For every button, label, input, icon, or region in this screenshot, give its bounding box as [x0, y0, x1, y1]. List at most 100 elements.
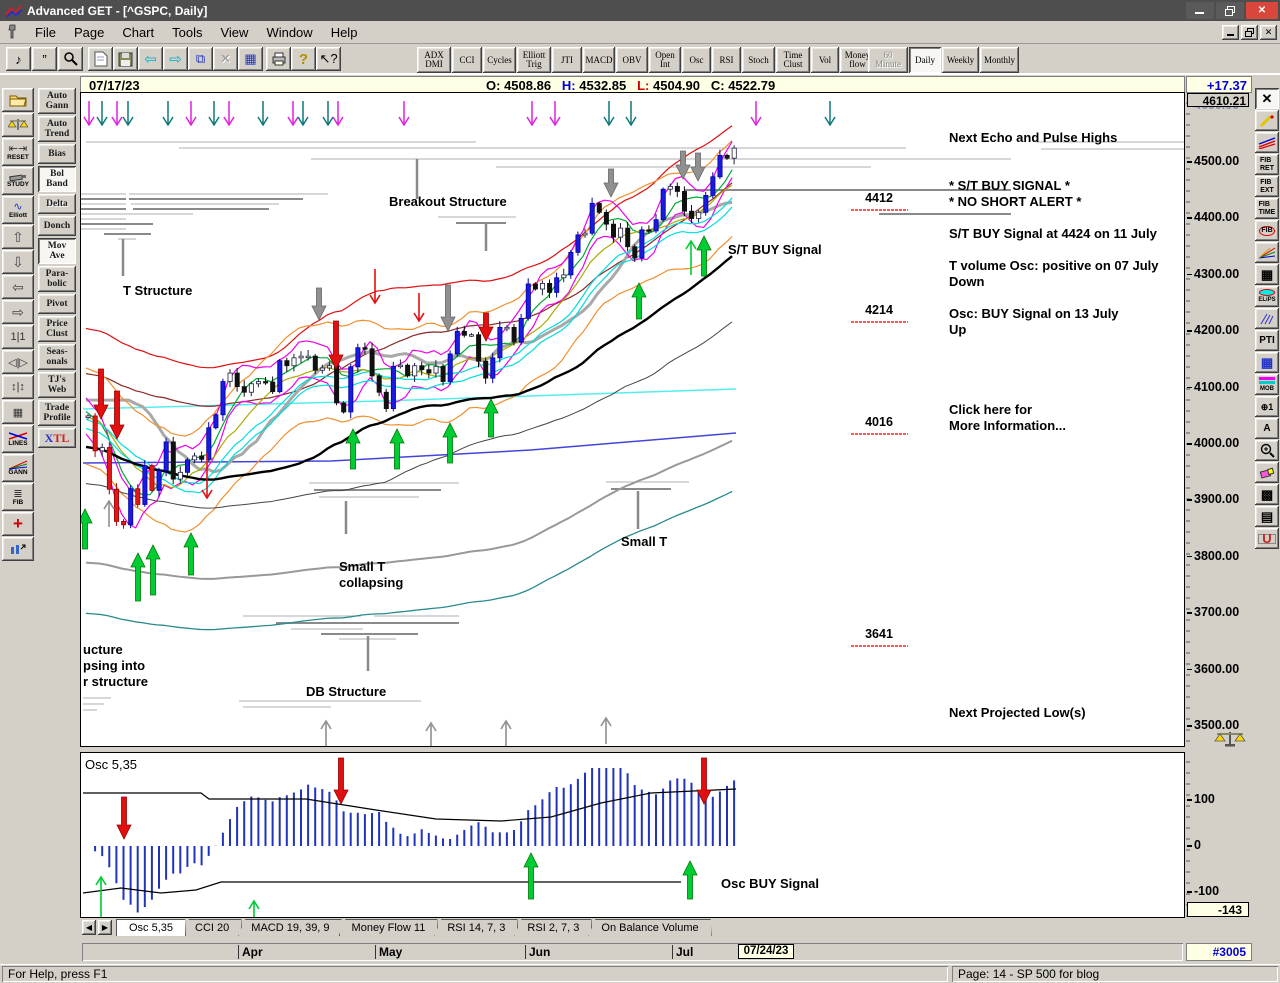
indicator-obv-button[interactable]: OBV: [616, 47, 648, 73]
fib-time-button[interactable]: FIB TIME: [1255, 198, 1279, 219]
crosshair-button[interactable]: +: [2, 512, 34, 536]
oscillator-pane[interactable]: Osc 5,35 Osc BUY Signal: [80, 752, 1185, 919]
page-flip-button[interactable]: ⧉: [188, 47, 213, 71]
back-button[interactable]: ⇦: [138, 47, 163, 71]
trend-lines-button[interactable]: [1255, 132, 1279, 153]
timeframe-monthly-button[interactable]: Monthly: [980, 47, 1019, 73]
study-auto-trend-button[interactable]: Auto Trend: [38, 116, 76, 142]
indicator-osc-button[interactable]: Osc: [682, 47, 711, 73]
scroll-up-button[interactable]: ⇧: [2, 225, 34, 249]
indicator-adx-button[interactable]: ADX DMI: [417, 47, 451, 73]
save-button[interactable]: [113, 47, 138, 71]
timeframe-weekly-button[interactable]: Weekly: [942, 47, 979, 73]
help-button[interactable]: ?: [291, 47, 316, 71]
reset-button[interactable]: ⇤⇥ RESET: [2, 138, 34, 166]
gann-tool-button[interactable]: GANN: [2, 454, 34, 482]
lines-tool-button[interactable]: LINES: [2, 425, 34, 453]
tab-scroll-right[interactable]: ▶: [98, 920, 112, 935]
menu-chart[interactable]: Chart: [113, 22, 163, 43]
restore-button[interactable]: [1216, 2, 1244, 19]
ellipse-tool-button[interactable]: ELiPS: [1255, 286, 1279, 307]
timeframe-daily-button[interactable]: Daily: [909, 47, 941, 73]
fib-retracement-button[interactable]: FIB RET: [1255, 154, 1279, 175]
minimize-button[interactable]: [1186, 2, 1214, 19]
indicator-cci-button[interactable]: CCI: [452, 47, 482, 73]
value-finder-button[interactable]: ⊕1: [1255, 396, 1279, 417]
symbol-list-button[interactable]: [2, 113, 34, 137]
study-button[interactable]: STUDY: [2, 167, 34, 195]
study-bias-button[interactable]: Bias: [38, 144, 76, 164]
indicator-jti-button[interactable]: JTI: [552, 47, 582, 73]
tab-scroll-left[interactable]: ◀: [82, 920, 96, 935]
study-price-clust-button[interactable]: Price Clust: [38, 316, 76, 342]
price-axis[interactable]: 4610.21 4600.004500.004400.004300.004200…: [1186, 92, 1252, 747]
menu-file[interactable]: File: [26, 22, 65, 43]
tab-cci-20[interactable]: CCI 20: [182, 919, 242, 936]
indicator-rsi-button[interactable]: RSI: [712, 47, 741, 73]
indicator-vol-button[interactable]: Vol: [811, 47, 839, 73]
pitchfork-button[interactable]: [1255, 308, 1279, 329]
elliott-waves-button[interactable]: ∿ Elliott: [2, 196, 34, 224]
pattern-tool-button[interactable]: ▩: [1255, 484, 1279, 505]
eraser-tool-button[interactable]: [1255, 462, 1279, 483]
indicator-macd-button[interactable]: MACD: [583, 47, 615, 73]
menu-page[interactable]: Page: [65, 22, 113, 43]
indicator-stoch-button[interactable]: Stoch: [742, 47, 775, 73]
forward-button[interactable]: ⇨: [163, 47, 188, 71]
notes-tool-button[interactable]: ▤: [1255, 506, 1279, 527]
menu-tools[interactable]: Tools: [163, 22, 211, 43]
tab-rsi-2-7-3[interactable]: RSI 2, 7, 3: [514, 919, 592, 936]
study-trade-profile-button[interactable]: Trade Profile: [38, 400, 76, 426]
open-chart-button[interactable]: [2, 88, 34, 112]
find-button[interactable]: [58, 47, 83, 71]
close-window-button[interactable]: ✕: [213, 47, 238, 71]
expand-bars-button[interactable]: ◁|▷: [2, 350, 34, 374]
study-auto-gann-button[interactable]: Auto Gann: [38, 88, 76, 114]
pencil-tool-button[interactable]: [1255, 110, 1279, 131]
grid-toggle-button[interactable]: ▦: [2, 400, 34, 424]
mdi-minimize-button[interactable]: [1222, 25, 1239, 40]
indicator-time-button[interactable]: Time Clust: [776, 47, 810, 73]
tab-osc-5-35[interactable]: Osc 5,35: [116, 919, 186, 936]
more-info-link[interactable]: More Information...: [949, 418, 1066, 433]
fib-tool-button[interactable]: ≣ FIB: [2, 483, 34, 511]
grid-tool-button[interactable]: ▦: [1255, 264, 1279, 285]
study-bol-band-button[interactable]: Bol Band: [38, 166, 76, 192]
study-tj-s-web-button[interactable]: TJ's Web: [38, 372, 76, 398]
menu-help[interactable]: Help: [322, 22, 367, 43]
scroll-left-button[interactable]: ⇦: [2, 275, 34, 299]
chart-options-button[interactable]: [2, 537, 34, 561]
pti-button[interactable]: PTI: [1255, 330, 1279, 351]
text-tool-button[interactable]: A: [1255, 418, 1279, 439]
print-button[interactable]: [266, 47, 291, 71]
tab-macd-19-39-9[interactable]: MACD 19, 39, 9: [238, 919, 342, 936]
tab-on-balance-volume[interactable]: On Balance Volume: [588, 919, 711, 936]
mdi-close-button[interactable]: ✕: [1260, 25, 1277, 40]
study-para--bolic-button[interactable]: Para- bolic: [38, 266, 76, 292]
main-chart-pane[interactable]: T Structure Breakout Structure S/T BUY Sig…: [77, 92, 1185, 749]
menu-window[interactable]: Window: [257, 22, 321, 43]
indicator-elliott-button[interactable]: Elliott Trig: [517, 47, 551, 73]
tab-money-flow-11[interactable]: Money Flow 11: [339, 919, 439, 936]
scales-icon[interactable]: [1214, 731, 1246, 747]
mdi-restore-button[interactable]: [1241, 25, 1258, 40]
study-seas--onals-button[interactable]: Seas- onals: [38, 344, 76, 370]
quotes-button[interactable]: ”: [32, 47, 57, 71]
new-chart-button[interactable]: [88, 47, 113, 71]
delete-tool-button[interactable]: ✕: [1255, 88, 1279, 109]
menu-view[interactable]: View: [211, 22, 257, 43]
mob-button[interactable]: MOB: [1255, 374, 1279, 395]
study-pivot-button[interactable]: Pivot: [38, 294, 76, 314]
tab-rsi-14-7-3[interactable]: RSI 14, 7, 3: [434, 919, 518, 936]
pin-button[interactable]: ♪: [6, 47, 31, 71]
study-xtl-button[interactable]: XTL: [38, 428, 76, 448]
tile-windows-button[interactable]: ▦: [238, 47, 263, 71]
bar-spacing-button[interactable]: 1|1: [2, 325, 34, 349]
scroll-down-button[interactable]: ⇩: [2, 250, 34, 274]
study-mov-ave-button[interactable]: Mov Ave: [38, 238, 76, 264]
magnet-tool-button[interactable]: U: [1255, 528, 1279, 549]
grid-blue-button[interactable]: ▦: [1255, 352, 1279, 373]
indicator-open-button[interactable]: Open Int: [649, 47, 681, 73]
fib-extension-button[interactable]: FIB EXT: [1255, 176, 1279, 197]
close-button[interactable]: ✕: [1246, 2, 1278, 19]
